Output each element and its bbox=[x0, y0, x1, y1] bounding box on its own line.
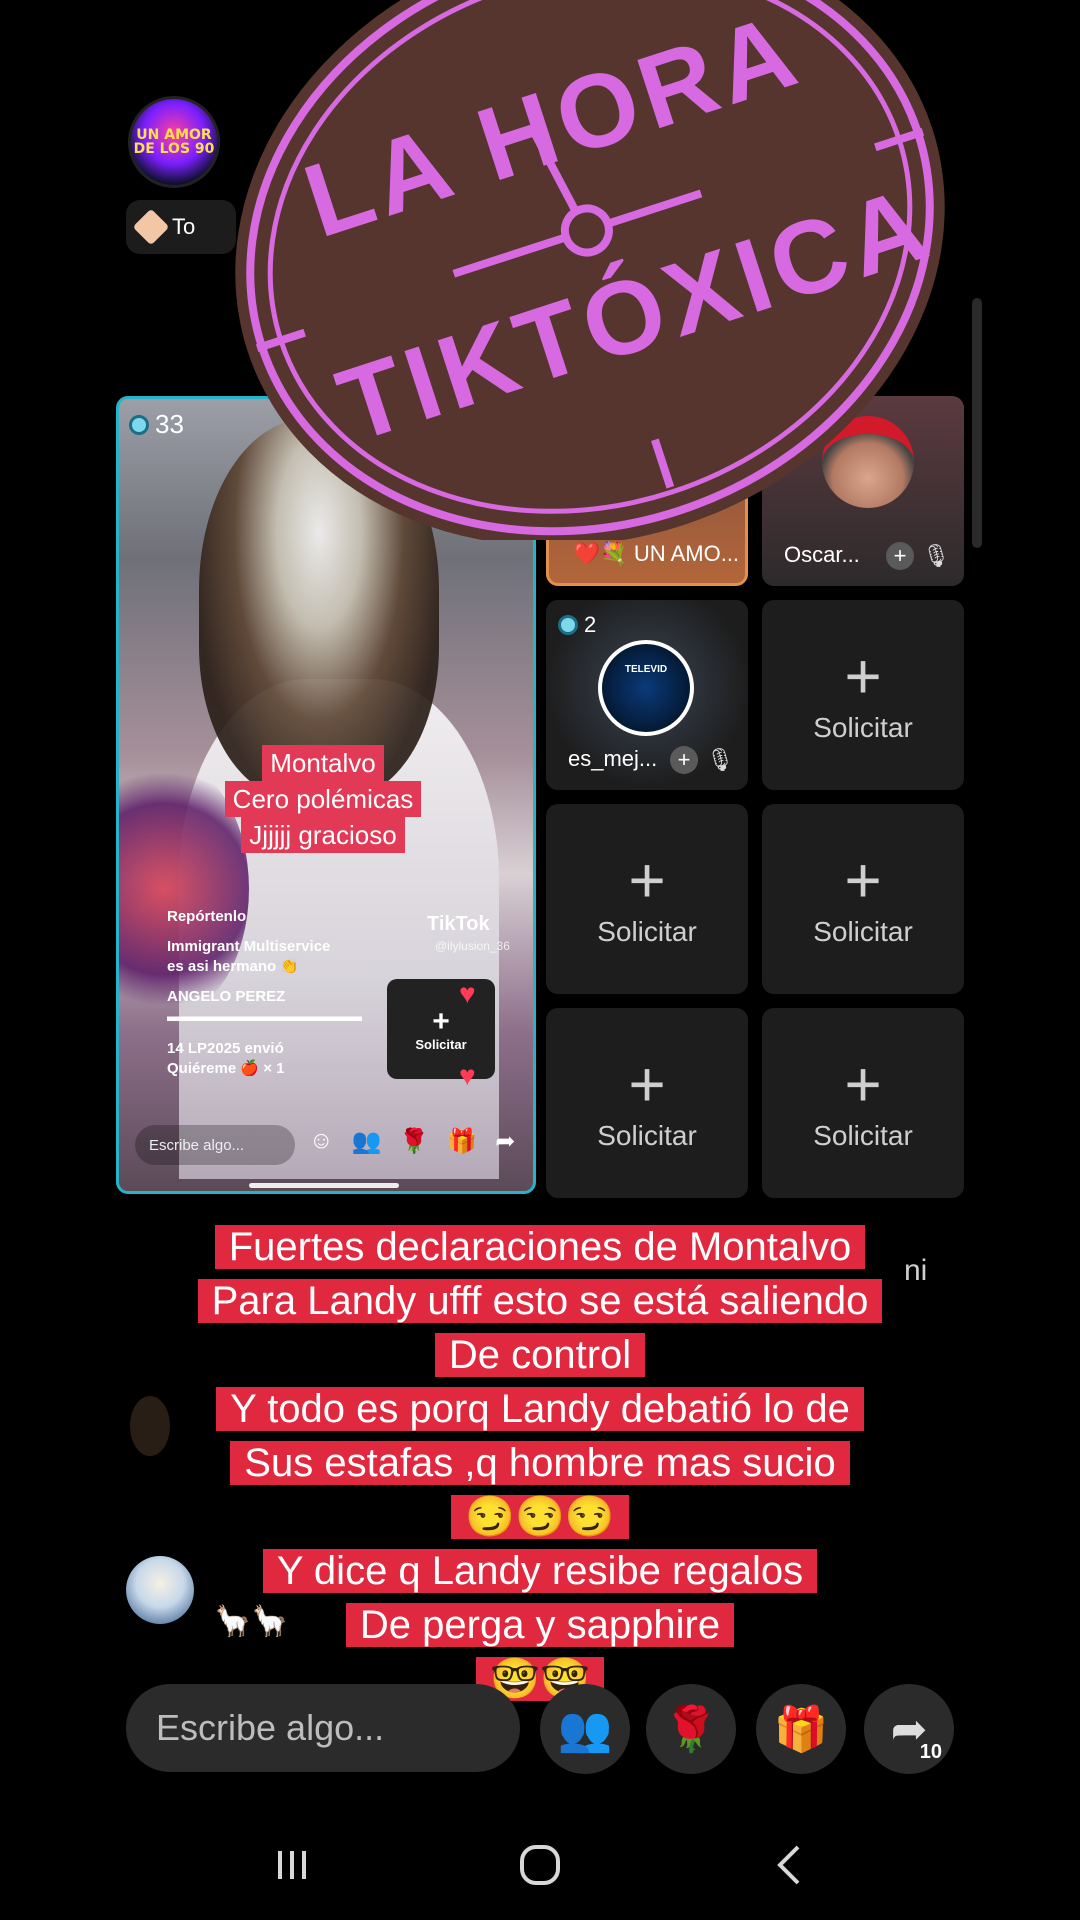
inner-action-icons: ☺ 👥 🌹 🎁 ➦ bbox=[309, 1127, 515, 1156]
request-label: Solicitar bbox=[813, 916, 913, 947]
viewer-count: 33 bbox=[155, 409, 184, 439]
mic-muted-icon: 🎙 bbox=[706, 747, 734, 772]
video-caption-line: Cero polémicas bbox=[224, 781, 422, 817]
caption-line: Fuertes declaraciones de Montalvo bbox=[214, 1225, 866, 1269]
home-button[interactable] bbox=[480, 1830, 600, 1900]
caption-line: De control bbox=[434, 1333, 646, 1377]
scrollbar[interactable] bbox=[972, 298, 982, 548]
guest-controls: + 🎙 bbox=[886, 542, 950, 570]
video-caption-line: Jjjjjj gracioso bbox=[241, 817, 405, 853]
request-slot[interactable]: + Solicitar bbox=[546, 804, 748, 994]
guest-name-text: UN AMO... bbox=[633, 541, 740, 566]
share-button[interactable]: ➦ 10 bbox=[864, 1684, 954, 1774]
inner-comment-text: es asi hermano 👏 bbox=[167, 958, 300, 975]
rose-button[interactable]: 🌹 bbox=[646, 1684, 736, 1774]
chat-input-placeholder: Escribe algo... bbox=[156, 1707, 385, 1748]
plus-icon: + bbox=[844, 640, 882, 712]
viewer-icon bbox=[129, 414, 149, 435]
inner-chat-input[interactable]: Escribe algo... bbox=[135, 1125, 295, 1165]
guest-viewer-count: 2 bbox=[584, 612, 597, 637]
guest-name: es_mej... bbox=[568, 746, 658, 771]
back-icon bbox=[777, 1845, 800, 1885]
caption-line: De perga y sapphire bbox=[345, 1603, 735, 1647]
plus-icon: + bbox=[844, 1048, 882, 1120]
rose-icon[interactable]: 🌹 bbox=[399, 1127, 429, 1156]
chat-input[interactable]: Escribe algo... bbox=[126, 1684, 520, 1772]
request-slot[interactable]: + Solicitar bbox=[762, 1008, 964, 1198]
plus-icon: + bbox=[628, 844, 666, 916]
rose-icon: 🌹 bbox=[663, 1705, 719, 1754]
back-button[interactable] bbox=[730, 1830, 850, 1900]
caption-line: Sus estafas ,q hombre mas sucio bbox=[230, 1441, 850, 1485]
mic-muted-icon: 🎙 bbox=[922, 543, 950, 568]
guest-name-prefix: ❤️💐 bbox=[573, 541, 628, 566]
gift-icon[interactable]: 🎁 bbox=[447, 1127, 477, 1156]
caption-line: 😏😏😏 bbox=[451, 1495, 629, 1539]
viewer-badge: 33 bbox=[129, 409, 184, 440]
heart-icon: ♥ bbox=[459, 1060, 476, 1091]
inner-comment-user: Repórtenlo bbox=[167, 908, 247, 925]
guest-name: ❤️💐 UN AMO... bbox=[573, 541, 739, 567]
share-icon[interactable]: ➦ bbox=[495, 1127, 515, 1156]
plus-icon: + bbox=[844, 844, 882, 916]
tiktok-handle: @ilylusion_36 bbox=[435, 939, 510, 953]
people-icon: 👥 bbox=[557, 1705, 613, 1754]
host-avatar[interactable]: UN AMOR DE LOS 90 bbox=[128, 96, 220, 188]
plus-icon: + bbox=[628, 1048, 666, 1120]
diamond-icon bbox=[132, 208, 170, 246]
caption-line: Para Landy ufff esto se está saliendo bbox=[197, 1279, 883, 1323]
host-avatar-text: UN AMOR DE LOS 90 bbox=[133, 127, 215, 157]
recents-button[interactable] bbox=[232, 1830, 352, 1900]
home-icon bbox=[520, 1845, 560, 1885]
inner-comment-text: Quiéreme 🍎 × 1 bbox=[167, 1060, 285, 1077]
inner-home-indicator bbox=[249, 1183, 399, 1188]
guest-avatar: TELEVID bbox=[598, 640, 694, 736]
inner-chat-placeholder: Escribe algo... bbox=[149, 1136, 245, 1154]
inner-comment-text: ▬▬▬▬▬▬▬▬▬▬▬▬▬ bbox=[167, 1008, 362, 1025]
tiktok-watermark: TikTok bbox=[427, 913, 490, 935]
people-icon[interactable]: 👥 bbox=[352, 1127, 382, 1156]
guest-name: Oscar... bbox=[784, 542, 860, 567]
video-caption: Montalvo Cero polémicas Jjjjjj gracioso bbox=[203, 745, 443, 853]
inner-request-label: Solicitar bbox=[415, 1036, 467, 1052]
guest-avatar-text: TELEVID bbox=[624, 664, 668, 675]
plus-icon: + bbox=[432, 1004, 450, 1038]
emoji-icon[interactable]: ☺ bbox=[309, 1127, 334, 1156]
guest-viewer-badge: 2 bbox=[558, 612, 596, 638]
request-label: Solicitar bbox=[597, 1120, 697, 1151]
guest-controls: + 🎙 bbox=[670, 746, 734, 774]
inner-comment-user: ANGELO PEREZ bbox=[167, 988, 286, 1005]
video-caption-line: Montalvo bbox=[262, 745, 384, 781]
caption-line: Y todo es porq Landy debatió lo de bbox=[216, 1387, 864, 1431]
request-label: Solicitar bbox=[597, 916, 697, 947]
guest-tile-esmej[interactable]: 2 TELEVID es_mej... + 🎙 bbox=[546, 600, 748, 790]
request-slot[interactable]: + Solicitar bbox=[546, 1008, 748, 1198]
top-pill-label: To bbox=[172, 214, 196, 239]
heart-icon: ♥ bbox=[459, 978, 476, 1009]
inner-comment-user: 14 LP2025 envió bbox=[167, 1040, 284, 1057]
request-label: Solicitar bbox=[813, 1120, 913, 1151]
inner-comment-user: Immigrant Multiservice bbox=[167, 938, 331, 955]
add-guest-icon[interactable]: + bbox=[670, 746, 699, 774]
request-slot[interactable]: + Solicitar bbox=[762, 804, 964, 994]
request-label: Solicitar bbox=[813, 712, 913, 743]
viewer-icon bbox=[558, 615, 578, 635]
guests-button[interactable]: 👥 bbox=[540, 1684, 630, 1774]
la-hora-tiktoxica-stamp: LA HORA TIKTÓXICA bbox=[235, 0, 945, 540]
gift-icon: 🎁 bbox=[773, 1705, 829, 1754]
recents-icon bbox=[278, 1851, 306, 1879]
add-guest-icon[interactable]: + bbox=[886, 542, 915, 570]
inner-comment-list: Repórtenlo Immigrant Multiservice es asi… bbox=[167, 907, 407, 1079]
gift-button[interactable]: 🎁 bbox=[756, 1684, 846, 1774]
request-slot[interactable]: + Solicitar bbox=[762, 600, 964, 790]
caption-line: Y dice q Landy resibe regalos bbox=[262, 1549, 818, 1593]
share-count: 10 bbox=[919, 1741, 942, 1763]
